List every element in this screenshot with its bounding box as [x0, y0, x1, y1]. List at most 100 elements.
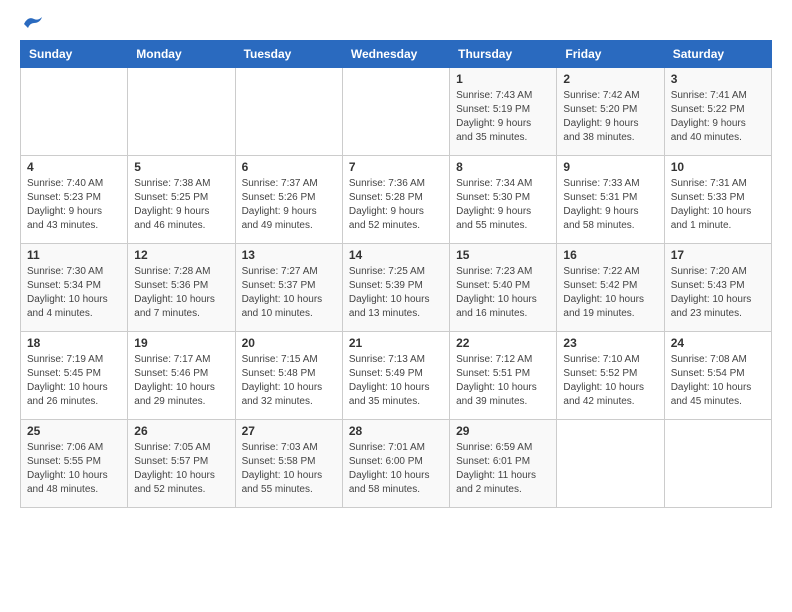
calendar-cell: 28 Sunrise: 7:01 AM Sunset: 6:00 PM Dayli…	[342, 420, 449, 508]
day-number: 4	[27, 160, 121, 174]
calendar-cell: 22 Sunrise: 7:12 AM Sunset: 5:51 PM Dayli…	[450, 332, 557, 420]
calendar-cell: 23 Sunrise: 7:10 AM Sunset: 5:52 PM Dayli…	[557, 332, 664, 420]
day-number: 25	[27, 424, 121, 438]
day-info: Sunrise: 7:19 AM Sunset: 5:45 PM Dayligh…	[27, 353, 121, 409]
day-info: Sunrise: 7:01 AM Sunset: 6:00 PM Dayligh…	[349, 441, 443, 497]
col-header-saturday: Saturday	[664, 41, 771, 68]
day-number: 22	[456, 336, 550, 350]
calendar-cell: 13 Sunrise: 7:27 AM Sunset: 5:37 PM Dayli…	[235, 244, 342, 332]
calendar-cell: 10 Sunrise: 7:31 AM Sunset: 5:33 PM Dayli…	[664, 156, 771, 244]
day-number: 12	[134, 248, 228, 262]
calendar-cell: 20 Sunrise: 7:15 AM Sunset: 5:48 PM Dayli…	[235, 332, 342, 420]
calendar-week-row: 18 Sunrise: 7:19 AM Sunset: 5:45 PM Dayli…	[21, 332, 772, 420]
calendar-week-row: 11 Sunrise: 7:30 AM Sunset: 5:34 PM Dayli…	[21, 244, 772, 332]
calendar-cell	[235, 68, 342, 156]
day-number: 13	[242, 248, 336, 262]
col-header-monday: Monday	[128, 41, 235, 68]
day-info: Sunrise: 7:12 AM Sunset: 5:51 PM Dayligh…	[456, 353, 550, 409]
day-info: Sunrise: 7:34 AM Sunset: 5:30 PM Dayligh…	[456, 177, 550, 233]
calendar-cell: 19 Sunrise: 7:17 AM Sunset: 5:46 PM Dayli…	[128, 332, 235, 420]
day-info: Sunrise: 7:20 AM Sunset: 5:43 PM Dayligh…	[671, 265, 765, 321]
calendar-cell: 7Sunrise: 7:36 AM Sunset: 5:28 PM Daylig…	[342, 156, 449, 244]
calendar-cell: 16 Sunrise: 7:22 AM Sunset: 5:42 PM Dayli…	[557, 244, 664, 332]
day-info: Sunrise: 7:41 AM Sunset: 5:22 PM Dayligh…	[671, 89, 765, 145]
calendar-cell: 17 Sunrise: 7:20 AM Sunset: 5:43 PM Dayli…	[664, 244, 771, 332]
calendar-cell	[664, 420, 771, 508]
calendar-cell: 18 Sunrise: 7:19 AM Sunset: 5:45 PM Dayli…	[21, 332, 128, 420]
calendar-cell: 2 Sunrise: 7:42 AM Sunset: 5:20 PM Daylig…	[557, 68, 664, 156]
day-number: 11	[27, 248, 121, 262]
calendar-header-row: SundayMondayTuesdayWednesdayThursdayFrid…	[21, 41, 772, 68]
day-info: Sunrise: 7:13 AM Sunset: 5:49 PM Dayligh…	[349, 353, 443, 409]
calendar-cell: 24Sunrise: 7:08 AM Sunset: 5:54 PM Dayli…	[664, 332, 771, 420]
day-number: 19	[134, 336, 228, 350]
day-info: Sunrise: 7:23 AM Sunset: 5:40 PM Dayligh…	[456, 265, 550, 321]
day-number: 20	[242, 336, 336, 350]
logo-bird-icon	[22, 14, 44, 32]
day-info: Sunrise: 7:22 AM Sunset: 5:42 PM Dayligh…	[563, 265, 657, 321]
day-info: Sunrise: 7:38 AM Sunset: 5:25 PM Dayligh…	[134, 177, 228, 233]
calendar-cell	[21, 68, 128, 156]
calendar-cell: 27 Sunrise: 7:03 AM Sunset: 5:58 PM Dayli…	[235, 420, 342, 508]
calendar-table: SundayMondayTuesdayWednesdayThursdayFrid…	[20, 40, 772, 508]
day-number: 28	[349, 424, 443, 438]
col-header-wednesday: Wednesday	[342, 41, 449, 68]
day-info: Sunrise: 7:40 AM Sunset: 5:23 PM Dayligh…	[27, 177, 121, 233]
col-header-sunday: Sunday	[21, 41, 128, 68]
calendar-week-row: 1 Sunrise: 7:43 AM Sunset: 5:19 PM Daylig…	[21, 68, 772, 156]
day-number: 6	[242, 160, 336, 174]
calendar-cell: 8 Sunrise: 7:34 AM Sunset: 5:30 PM Daylig…	[450, 156, 557, 244]
calendar-cell: 26 Sunrise: 7:05 AM Sunset: 5:57 PM Dayli…	[128, 420, 235, 508]
day-number: 8	[456, 160, 550, 174]
day-number: 2	[563, 72, 657, 86]
calendar-cell: 3 Sunrise: 7:41 AM Sunset: 5:22 PM Daylig…	[664, 68, 771, 156]
day-info: Sunrise: 7:42 AM Sunset: 5:20 PM Dayligh…	[563, 89, 657, 145]
col-header-friday: Friday	[557, 41, 664, 68]
day-info: Sunrise: 7:27 AM Sunset: 5:37 PM Dayligh…	[242, 265, 336, 321]
day-info: Sunrise: 7:31 AM Sunset: 5:33 PM Dayligh…	[671, 177, 765, 233]
calendar-cell: 14Sunrise: 7:25 AM Sunset: 5:39 PM Dayli…	[342, 244, 449, 332]
day-number: 27	[242, 424, 336, 438]
day-number: 5	[134, 160, 228, 174]
day-info: Sunrise: 7:30 AM Sunset: 5:34 PM Dayligh…	[27, 265, 121, 321]
calendar-week-row: 4 Sunrise: 7:40 AM Sunset: 5:23 PM Daylig…	[21, 156, 772, 244]
day-info: Sunrise: 7:36 AM Sunset: 5:28 PM Dayligh…	[349, 177, 443, 233]
day-number: 17	[671, 248, 765, 262]
calendar-cell: 12 Sunrise: 7:28 AM Sunset: 5:36 PM Dayli…	[128, 244, 235, 332]
day-info: Sunrise: 7:25 AM Sunset: 5:39 PM Dayligh…	[349, 265, 443, 321]
day-number: 29	[456, 424, 550, 438]
calendar-cell: 29 Sunrise: 6:59 AM Sunset: 6:01 PM Dayli…	[450, 420, 557, 508]
calendar-cell: 15Sunrise: 7:23 AM Sunset: 5:40 PM Dayli…	[450, 244, 557, 332]
day-info: Sunrise: 7:10 AM Sunset: 5:52 PM Dayligh…	[563, 353, 657, 409]
day-number: 1	[456, 72, 550, 86]
col-header-thursday: Thursday	[450, 41, 557, 68]
calendar-cell	[342, 68, 449, 156]
day-number: 3	[671, 72, 765, 86]
day-info: Sunrise: 7:03 AM Sunset: 5:58 PM Dayligh…	[242, 441, 336, 497]
day-info: Sunrise: 7:17 AM Sunset: 5:46 PM Dayligh…	[134, 353, 228, 409]
calendar-cell: 1 Sunrise: 7:43 AM Sunset: 5:19 PM Daylig…	[450, 68, 557, 156]
day-info: Sunrise: 6:59 AM Sunset: 6:01 PM Dayligh…	[456, 441, 550, 497]
calendar-cell: 9Sunrise: 7:33 AM Sunset: 5:31 PM Daylig…	[557, 156, 664, 244]
day-info: Sunrise: 7:28 AM Sunset: 5:36 PM Dayligh…	[134, 265, 228, 321]
day-number: 18	[27, 336, 121, 350]
day-info: Sunrise: 7:15 AM Sunset: 5:48 PM Dayligh…	[242, 353, 336, 409]
logo	[20, 16, 44, 30]
day-number: 10	[671, 160, 765, 174]
calendar-cell: 25 Sunrise: 7:06 AM Sunset: 5:55 PM Dayli…	[21, 420, 128, 508]
calendar-cell: 6 Sunrise: 7:37 AM Sunset: 5:26 PM Daylig…	[235, 156, 342, 244]
calendar-cell: 11 Sunrise: 7:30 AM Sunset: 5:34 PM Dayli…	[21, 244, 128, 332]
day-info: Sunrise: 7:06 AM Sunset: 5:55 PM Dayligh…	[27, 441, 121, 497]
day-info: Sunrise: 7:05 AM Sunset: 5:57 PM Dayligh…	[134, 441, 228, 497]
day-info: Sunrise: 7:37 AM Sunset: 5:26 PM Dayligh…	[242, 177, 336, 233]
calendar-cell: 5 Sunrise: 7:38 AM Sunset: 5:25 PM Daylig…	[128, 156, 235, 244]
day-number: 23	[563, 336, 657, 350]
day-number: 21	[349, 336, 443, 350]
day-info: Sunrise: 7:33 AM Sunset: 5:31 PM Dayligh…	[563, 177, 657, 233]
calendar-cell: 4 Sunrise: 7:40 AM Sunset: 5:23 PM Daylig…	[21, 156, 128, 244]
calendar-week-row: 25 Sunrise: 7:06 AM Sunset: 5:55 PM Dayli…	[21, 420, 772, 508]
day-number: 26	[134, 424, 228, 438]
day-number: 24	[671, 336, 765, 350]
day-number: 16	[563, 248, 657, 262]
day-info: Sunrise: 7:43 AM Sunset: 5:19 PM Dayligh…	[456, 89, 550, 145]
